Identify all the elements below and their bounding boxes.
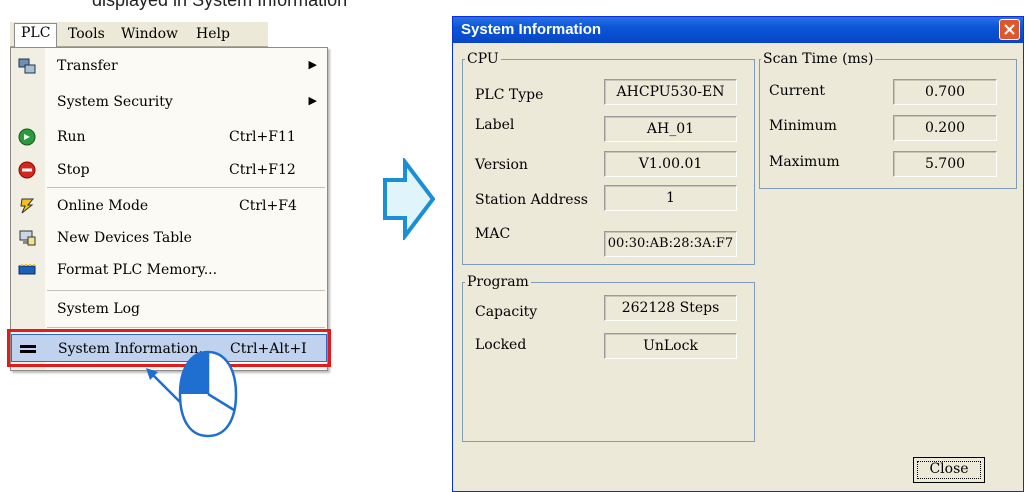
transfer-icon bbox=[18, 58, 36, 74]
plc-type-label: PLC Type bbox=[475, 87, 544, 103]
menu-item-format-plc-memory[interactable]: Format PLC Memory... bbox=[11, 256, 327, 284]
capacity-value: 262128 Steps bbox=[604, 295, 737, 321]
menu-plc[interactable]: PLC bbox=[14, 23, 58, 48]
mac-label: MAC bbox=[475, 226, 511, 242]
instruction-caption: displayed in System Information bbox=[92, 0, 348, 10]
close-button[interactable]: Close bbox=[913, 457, 985, 483]
dialog-title-bar[interactable]: System Information bbox=[453, 17, 1023, 43]
menu-item-label: System Log bbox=[57, 301, 141, 317]
maximum-label: Maximum bbox=[769, 154, 840, 170]
menu-item-label: Format PLC Memory... bbox=[57, 262, 218, 278]
menu-item-label: System Security bbox=[57, 94, 173, 110]
menu-item-run[interactable]: Run Ctrl+F11 bbox=[11, 123, 327, 151]
minimum-label: Minimum bbox=[769, 118, 837, 134]
current-label: Current bbox=[769, 83, 826, 99]
label-value: AH_01 bbox=[604, 116, 737, 142]
menu-bar: PLC Tools Window Help bbox=[10, 22, 268, 48]
menu-item-shortcut: Ctrl+F11 bbox=[229, 129, 296, 145]
minimum-value: 0.200 bbox=[893, 115, 997, 141]
menu-item-new-devices-table[interactable]: New Devices Table bbox=[11, 224, 327, 252]
plc-dropdown-menu: Transfer ▶ System Security ▶ Run Ctrl+F1… bbox=[10, 47, 328, 371]
mouse-click-icon bbox=[178, 350, 238, 438]
menu-item-label: Run bbox=[57, 129, 86, 145]
station-address-value: 1 bbox=[604, 185, 737, 211]
menu-separator bbox=[47, 187, 325, 188]
version-label: Version bbox=[475, 157, 528, 173]
menu-item-label: Stop bbox=[57, 162, 90, 178]
current-value: 0.700 bbox=[893, 79, 997, 105]
menu-item-label: Transfer bbox=[57, 58, 118, 74]
cpu-group-label: CPU bbox=[465, 51, 501, 67]
system-information-dialog: System Information CPU PLC Type AHCPU530… bbox=[452, 16, 1024, 492]
close-icon[interactable] bbox=[999, 19, 1020, 40]
menu-item-shortcut: Ctrl+F12 bbox=[229, 162, 296, 178]
menu-window[interactable]: Window bbox=[115, 25, 184, 43]
submenu-arrow-icon: ▶ bbox=[308, 58, 317, 71]
menu-item-shortcut: Ctrl+F4 bbox=[239, 198, 297, 214]
menu-item-system-security[interactable]: System Security ▶ bbox=[11, 88, 327, 116]
program-group-label: Program bbox=[465, 274, 531, 290]
locked-label: Locked bbox=[475, 337, 527, 353]
station-address-label: Station Address bbox=[475, 192, 588, 208]
menu-item-label: New Devices Table bbox=[57, 230, 192, 246]
menu-item-system-log[interactable]: System Log bbox=[11, 295, 327, 323]
menu-help[interactable]: Help bbox=[190, 25, 236, 43]
capacity-label: Capacity bbox=[475, 304, 538, 320]
scan-time-group-label: Scan Time (ms) bbox=[761, 51, 876, 67]
dialog-title: System Information bbox=[461, 21, 602, 38]
menu-separator bbox=[47, 327, 325, 328]
label-label: Label bbox=[475, 117, 515, 133]
focus-rect bbox=[917, 461, 981, 479]
online-mode-icon bbox=[20, 198, 35, 214]
menu-item-transfer[interactable]: Transfer ▶ bbox=[11, 52, 327, 80]
menu-item-label: Online Mode bbox=[57, 198, 149, 214]
menu-item-online-mode[interactable]: Online Mode Ctrl+F4 bbox=[11, 192, 327, 220]
plc-type-value: AHCPU530-EN bbox=[604, 79, 737, 105]
locked-value: UnLock bbox=[604, 333, 737, 359]
mac-value: 00:30:AB:28:3A:F7 bbox=[604, 231, 737, 257]
maximum-value: 5.700 bbox=[893, 151, 997, 177]
stop-icon bbox=[18, 161, 36, 179]
version-value: V1.00.01 bbox=[604, 151, 737, 177]
run-icon bbox=[18, 128, 36, 146]
submenu-arrow-icon: ▶ bbox=[308, 94, 317, 107]
menu-separator bbox=[47, 290, 325, 291]
devices-table-icon bbox=[19, 230, 36, 246]
menu-tools[interactable]: Tools bbox=[62, 25, 111, 43]
format-memory-icon bbox=[18, 264, 36, 275]
menu-item-stop[interactable]: Stop Ctrl+F12 bbox=[11, 156, 327, 184]
right-arrow-icon bbox=[383, 158, 435, 240]
